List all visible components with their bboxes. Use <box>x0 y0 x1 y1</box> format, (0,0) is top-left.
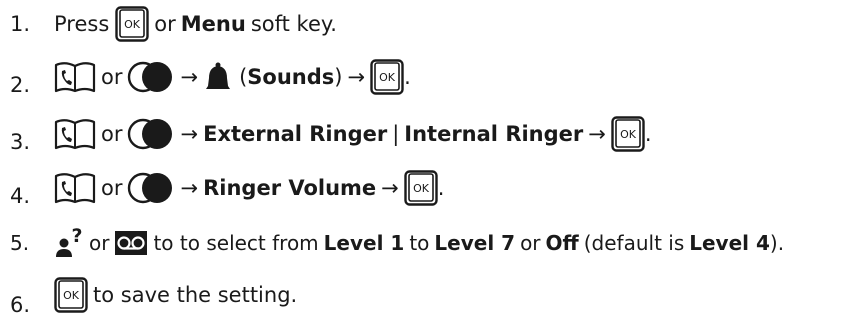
menu-label: Menu <box>180 12 246 36</box>
step-6: 6. OK to save the setting. <box>0 273 847 317</box>
svg-text:OK: OK <box>379 71 396 84</box>
step-text: to to select from <box>153 231 319 255</box>
step-2: 2. or → ( Sounds ) → OK . <box>0 55 847 99</box>
step-number: 5. <box>10 231 30 255</box>
arrow: → <box>347 65 366 89</box>
ok-key-icon: OK <box>370 59 404 95</box>
svg-text:OK: OK <box>413 182 430 195</box>
step-text: to save the setting. <box>93 283 298 307</box>
external-ringer-label: External Ringer <box>203 122 388 146</box>
arrow: → <box>180 65 199 89</box>
step-text: or <box>154 12 176 36</box>
step-3: 3. or → External Ringer | Internal Ringe… <box>0 112 847 156</box>
off-label: Off <box>545 231 579 255</box>
step-text: . <box>644 122 652 146</box>
arrow: → <box>180 122 199 146</box>
step-4: 4. or → Ringer Volume → OK . <box>0 166 847 210</box>
level-7-label: Level 7 <box>434 231 516 255</box>
step-text: . <box>404 65 411 89</box>
step-text: or <box>101 176 123 200</box>
step-text: to <box>409 231 430 255</box>
step-text: Press <box>54 12 110 36</box>
internal-ringer-label: Internal Ringer <box>404 122 584 146</box>
caller-id-icon <box>127 117 175 151</box>
ok-key-icon: OK <box>611 116 645 152</box>
step-number: 6. <box>10 293 31 317</box>
caller-id-icon <box>127 171 175 205</box>
step-text: soft key. <box>250 12 337 36</box>
phonebook-icon <box>54 117 96 151</box>
separator: | <box>392 122 400 146</box>
step-number: 2. <box>10 73 31 97</box>
ok-key-icon: OK <box>115 6 149 42</box>
arrow: → <box>588 122 606 146</box>
ok-key-icon: OK <box>54 277 88 313</box>
level-1-label: Level 1 <box>323 231 405 255</box>
svg-text:OK: OK <box>63 289 80 302</box>
step-text: . <box>437 176 445 200</box>
phonebook-icon <box>54 60 96 94</box>
step-text: ). <box>769 231 785 255</box>
arrow: → <box>381 176 399 200</box>
sounds-label: Sounds <box>247 65 335 89</box>
step-number: 1. <box>10 12 31 36</box>
phonebook-icon <box>54 171 96 205</box>
arrow: → <box>180 176 199 200</box>
step-text: or <box>101 65 123 89</box>
step-1: 1. Press OK or Menu soft key. <box>0 2 847 46</box>
step-text: or <box>89 231 110 255</box>
step-text: ( <box>239 65 248 89</box>
caller-id-icon <box>127 60 175 94</box>
ok-key-icon: OK <box>404 170 438 206</box>
step-text: or <box>101 122 123 146</box>
step-number: 4. <box>10 184 31 208</box>
svg-text:?: ? <box>71 227 82 247</box>
answering-machine-icon <box>114 230 148 256</box>
step-text: (default is <box>583 231 685 255</box>
step-text: or <box>520 231 541 255</box>
step-number: 3. <box>10 130 31 154</box>
step-text: ) <box>334 65 343 89</box>
intercom-icon: ? <box>54 227 84 259</box>
step-5: 5. ? or to to select from Level 1 to Lev… <box>0 221 847 265</box>
ringer-volume-label: Ringer Volume <box>203 176 377 200</box>
svg-text:OK: OK <box>124 18 141 31</box>
svg-text:OK: OK <box>620 128 637 141</box>
bell-icon <box>203 61 233 93</box>
level-4-label: Level 4 <box>689 231 770 255</box>
